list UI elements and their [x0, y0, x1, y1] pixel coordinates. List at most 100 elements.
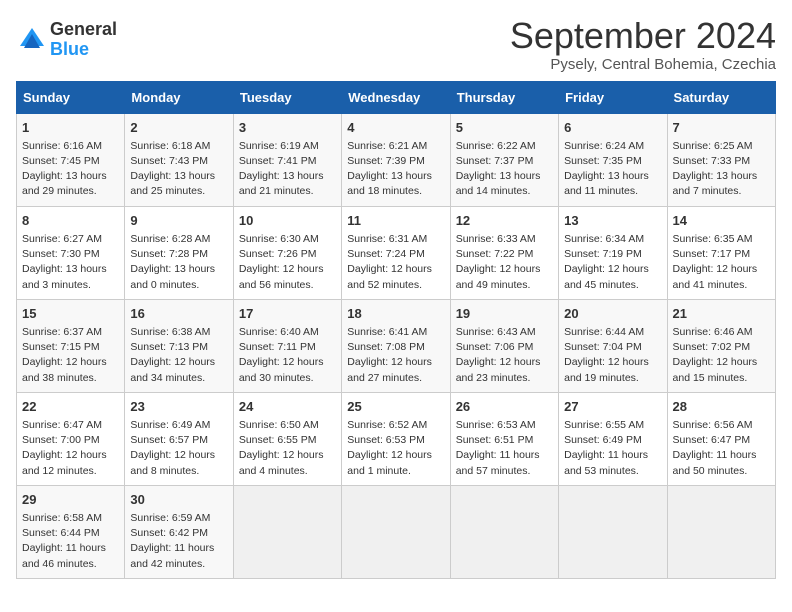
day-number: 20: [564, 305, 661, 323]
day-number: 4: [347, 119, 444, 137]
calendar-week-4: 22 Sunrise: 6:47 AM Sunset: 7:00 PM Dayli…: [17, 392, 776, 485]
day-number: 6: [564, 119, 661, 137]
day-info: Sunrise: 6:37 AM Sunset: 7:15 PM Dayligh…: [22, 325, 119, 386]
calendar-cell: [342, 485, 450, 578]
calendar-cell: 17Sunrise: 6:40 AM Sunset: 7:11 PM Dayli…: [233, 299, 341, 392]
day-number: 10: [239, 212, 336, 230]
day-info: Sunrise: 6:41 AM Sunset: 7:08 PM Dayligh…: [347, 325, 444, 386]
calendar-cell: 10 Sunrise: 6:30 AM Sunset: 7:26 PM Dayli…: [233, 206, 341, 299]
day-info: Sunrise: 6:27 AM Sunset: 7:30 PM Dayligh…: [22, 232, 119, 293]
day-number: 9: [130, 212, 227, 230]
calendar: Sunday Monday Tuesday Wednesday Thursday…: [16, 81, 776, 579]
day-number: 29: [22, 491, 119, 509]
col-sunday: Sunday: [17, 81, 125, 113]
day-number: 14: [673, 212, 770, 230]
calendar-cell: 25 Sunrise: 6:52 AM Sunset: 6:53 PM Dayli…: [342, 392, 450, 485]
day-number: 28: [673, 398, 770, 416]
calendar-week-5: 29 Sunrise: 6:58 AM Sunset: 6:44 PM Dayli…: [17, 485, 776, 578]
calendar-cell: 26 Sunrise: 6:53 AM Sunset: 6:51 PM Dayli…: [450, 392, 558, 485]
day-number: 2: [130, 119, 227, 137]
day-number: 8: [22, 212, 119, 230]
day-number: 23: [130, 398, 227, 416]
day-number: 25: [347, 398, 444, 416]
day-info: Sunrise: 6:52 AM Sunset: 6:53 PM Dayligh…: [347, 418, 444, 479]
day-number: 21: [673, 305, 770, 323]
calendar-cell: 7 Sunrise: 6:25 AM Sunset: 7:33 PM Daylig…: [667, 113, 775, 206]
day-number: 1: [22, 119, 119, 137]
logo-general: General: [50, 20, 117, 40]
day-info: Sunrise: 6:44 AM Sunset: 7:04 PM Dayligh…: [564, 325, 661, 386]
day-info: Sunrise: 6:16 AM Sunset: 7:45 PM Dayligh…: [22, 139, 119, 200]
calendar-cell: 18 Sunrise: 6:41 AM Sunset: 7:08 PM Dayli…: [342, 299, 450, 392]
logo-icon: [18, 26, 46, 54]
calendar-cell: 24 Sunrise: 6:50 AM Sunset: 6:55 PM Dayli…: [233, 392, 341, 485]
day-number: 27: [564, 398, 661, 416]
day-number: 15: [22, 305, 119, 323]
day-number: 13: [564, 212, 661, 230]
day-info: Sunrise: 6:30 AM Sunset: 7:26 PM Dayligh…: [239, 232, 336, 293]
calendar-cell: 22 Sunrise: 6:47 AM Sunset: 7:00 PM Dayli…: [17, 392, 125, 485]
calendar-cell: 30 Sunrise: 6:59 AM Sunset: 6:42 PM Dayli…: [125, 485, 233, 578]
logo: General Blue: [16, 20, 117, 60]
day-number: 5: [456, 119, 553, 137]
calendar-cell: 1 Sunrise: 6:16 AM Sunset: 7:45 PM Daylig…: [17, 113, 125, 206]
day-info: Sunrise: 6:40 AM Sunset: 7:11 PM Dayligh…: [239, 325, 336, 386]
logo-text: General Blue: [50, 20, 117, 60]
calendar-cell: 9 Sunrise: 6:28 AM Sunset: 7:28 PM Daylig…: [125, 206, 233, 299]
day-info: Sunrise: 6:38 AM Sunset: 7:13 PM Dayligh…: [130, 325, 227, 386]
calendar-cell: [559, 485, 667, 578]
day-number: 12: [456, 212, 553, 230]
day-info: Sunrise: 6:49 AM Sunset: 6:57 PM Dayligh…: [130, 418, 227, 479]
calendar-cell: 6Sunrise: 6:24 AM Sunset: 7:35 PM Daylig…: [559, 113, 667, 206]
calendar-week-1: 1 Sunrise: 6:16 AM Sunset: 7:45 PM Daylig…: [17, 113, 776, 206]
day-info: Sunrise: 6:43 AM Sunset: 7:06 PM Dayligh…: [456, 325, 553, 386]
page-header: General Blue September 2024 Pysely, Cent…: [16, 16, 776, 73]
day-info: Sunrise: 6:31 AM Sunset: 7:24 PM Dayligh…: [347, 232, 444, 293]
month-title: September 2024: [510, 16, 776, 56]
day-info: Sunrise: 6:25 AM Sunset: 7:33 PM Dayligh…: [673, 139, 770, 200]
calendar-cell: 12 Sunrise: 6:33 AM Sunset: 7:22 PM Dayli…: [450, 206, 558, 299]
calendar-cell: 15 Sunrise: 6:37 AM Sunset: 7:15 PM Dayli…: [17, 299, 125, 392]
day-number: 16: [130, 305, 227, 323]
calendar-cell: 19 Sunrise: 6:43 AM Sunset: 7:06 PM Dayli…: [450, 299, 558, 392]
calendar-cell: 11Sunrise: 6:31 AM Sunset: 7:24 PM Dayli…: [342, 206, 450, 299]
day-info: Sunrise: 6:50 AM Sunset: 6:55 PM Dayligh…: [239, 418, 336, 479]
day-info: Sunrise: 6:46 AM Sunset: 7:02 PM Dayligh…: [673, 325, 770, 386]
col-thursday: Thursday: [450, 81, 558, 113]
logo-blue: Blue: [50, 40, 117, 60]
calendar-cell: 23 Sunrise: 6:49 AM Sunset: 6:57 PM Dayli…: [125, 392, 233, 485]
day-info: Sunrise: 6:59 AM Sunset: 6:42 PM Dayligh…: [130, 511, 227, 572]
calendar-cell: 14Sunrise: 6:35 AM Sunset: 7:17 PM Dayli…: [667, 206, 775, 299]
calendar-cell: 5Sunrise: 6:22 AM Sunset: 7:37 PM Daylig…: [450, 113, 558, 206]
day-info: Sunrise: 6:58 AM Sunset: 6:44 PM Dayligh…: [22, 511, 119, 572]
day-info: Sunrise: 6:34 AM Sunset: 7:19 PM Dayligh…: [564, 232, 661, 293]
day-info: Sunrise: 6:19 AM Sunset: 7:41 PM Dayligh…: [239, 139, 336, 200]
day-info: Sunrise: 6:47 AM Sunset: 7:00 PM Dayligh…: [22, 418, 119, 479]
day-number: 7: [673, 119, 770, 137]
day-number: 19: [456, 305, 553, 323]
calendar-cell: 29 Sunrise: 6:58 AM Sunset: 6:44 PM Dayli…: [17, 485, 125, 578]
col-saturday: Saturday: [667, 81, 775, 113]
calendar-cell: 20 Sunrise: 6:44 AM Sunset: 7:04 PM Dayli…: [559, 299, 667, 392]
day-info: Sunrise: 6:53 AM Sunset: 6:51 PM Dayligh…: [456, 418, 553, 479]
calendar-week-3: 15 Sunrise: 6:37 AM Sunset: 7:15 PM Dayli…: [17, 299, 776, 392]
day-info: Sunrise: 6:33 AM Sunset: 7:22 PM Dayligh…: [456, 232, 553, 293]
day-number: 24: [239, 398, 336, 416]
location: Pysely, Central Bohemia, Czechia: [510, 56, 776, 73]
calendar-cell: 21 Sunrise: 6:46 AM Sunset: 7:02 PM Dayli…: [667, 299, 775, 392]
calendar-cell: 2 Sunrise: 6:18 AM Sunset: 7:43 PM Daylig…: [125, 113, 233, 206]
calendar-cell: [667, 485, 775, 578]
col-monday: Monday: [125, 81, 233, 113]
calendar-cell: 4 Sunrise: 6:21 AM Sunset: 7:39 PM Daylig…: [342, 113, 450, 206]
day-number: 30: [130, 491, 227, 509]
calendar-cell: [233, 485, 341, 578]
calendar-body: 1 Sunrise: 6:16 AM Sunset: 7:45 PM Daylig…: [17, 113, 776, 578]
calendar-cell: 28Sunrise: 6:56 AM Sunset: 6:47 PM Dayli…: [667, 392, 775, 485]
day-info: Sunrise: 6:18 AM Sunset: 7:43 PM Dayligh…: [130, 139, 227, 200]
day-info: Sunrise: 6:21 AM Sunset: 7:39 PM Dayligh…: [347, 139, 444, 200]
day-number: 18: [347, 305, 444, 323]
calendar-cell: 27Sunrise: 6:55 AM Sunset: 6:49 PM Dayli…: [559, 392, 667, 485]
day-number: 26: [456, 398, 553, 416]
day-number: 22: [22, 398, 119, 416]
day-info: Sunrise: 6:28 AM Sunset: 7:28 PM Dayligh…: [130, 232, 227, 293]
